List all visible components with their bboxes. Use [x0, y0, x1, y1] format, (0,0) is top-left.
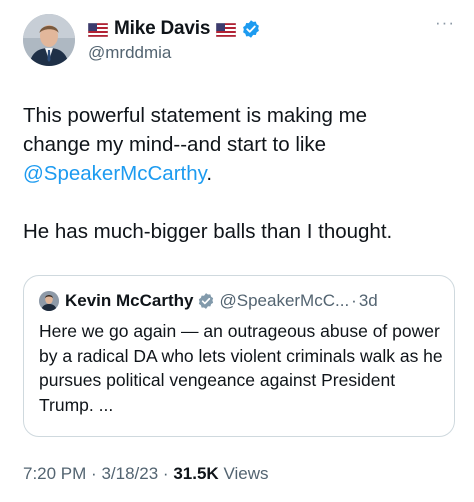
- tweet-text: This powerful statement is making me cha…: [23, 101, 463, 246]
- us-flag-icon: [88, 22, 108, 37]
- quoted-age[interactable]: 3d: [359, 291, 378, 311]
- tweet-date[interactable]: 3/18/23: [101, 464, 158, 483]
- verified-badge-icon: [243, 20, 260, 38]
- tweet-text-line: This powerful statement is making me: [23, 104, 368, 127]
- mention-punctuation: .: [206, 162, 213, 185]
- meta-separator: ·: [91, 464, 97, 483]
- tweet-time[interactable]: 7:20 PM: [23, 464, 86, 483]
- gray-verified-badge-icon: [199, 293, 214, 309]
- quoted-author-handle[interactable]: @SpeakerMcC...: [219, 291, 349, 311]
- quoted-avatar[interactable]: [39, 291, 59, 311]
- author-name-row: Mike Davis: [88, 17, 261, 41]
- avatar-image: [23, 14, 75, 66]
- views-label: Views: [223, 464, 269, 483]
- quoted-author-name[interactable]: Kevin McCarthy: [65, 291, 193, 311]
- more-options-icon[interactable]: ···: [435, 14, 455, 31]
- mention-link[interactable]: @SpeakerMcCarthy: [23, 162, 206, 185]
- author-handle[interactable]: @mrddmia: [88, 43, 261, 63]
- tweet-text-line: @SpeakerMcCarthy.: [23, 159, 463, 188]
- meta-separator: ·: [162, 464, 169, 483]
- quoted-tweet-text: Here we go again — an outrageous abuse o…: [39, 321, 443, 415]
- us-flag-icon: [216, 22, 237, 37]
- avatar[interactable]: [23, 14, 75, 66]
- tweet-meta: 7:20 PM · 3/18/23 · 31.5K Views: [23, 464, 268, 484]
- views-count[interactable]: 31.5K: [173, 464, 218, 483]
- quoted-separator: ·: [351, 291, 357, 310]
- quoted-tweet[interactable]: Kevin McCarthy @SpeakerMcC... · 3d Here …: [23, 275, 455, 437]
- author-block: Mike Davis @mrddmia: [88, 17, 261, 63]
- tweet-text-line: change my mind--and start to like: [23, 133, 327, 156]
- quoted-tweet-header: Kevin McCarthy @SpeakerMcC... · 3d: [39, 290, 378, 312]
- tweet-text-line: He has much-bigger balls than I thought.: [23, 220, 393, 243]
- author-name[interactable]: Mike Davis: [114, 18, 210, 40]
- quoted-avatar-image: [39, 291, 59, 311]
- tweet: Mike Davis @mrddmia ··· This powerful st…: [0, 0, 474, 502]
